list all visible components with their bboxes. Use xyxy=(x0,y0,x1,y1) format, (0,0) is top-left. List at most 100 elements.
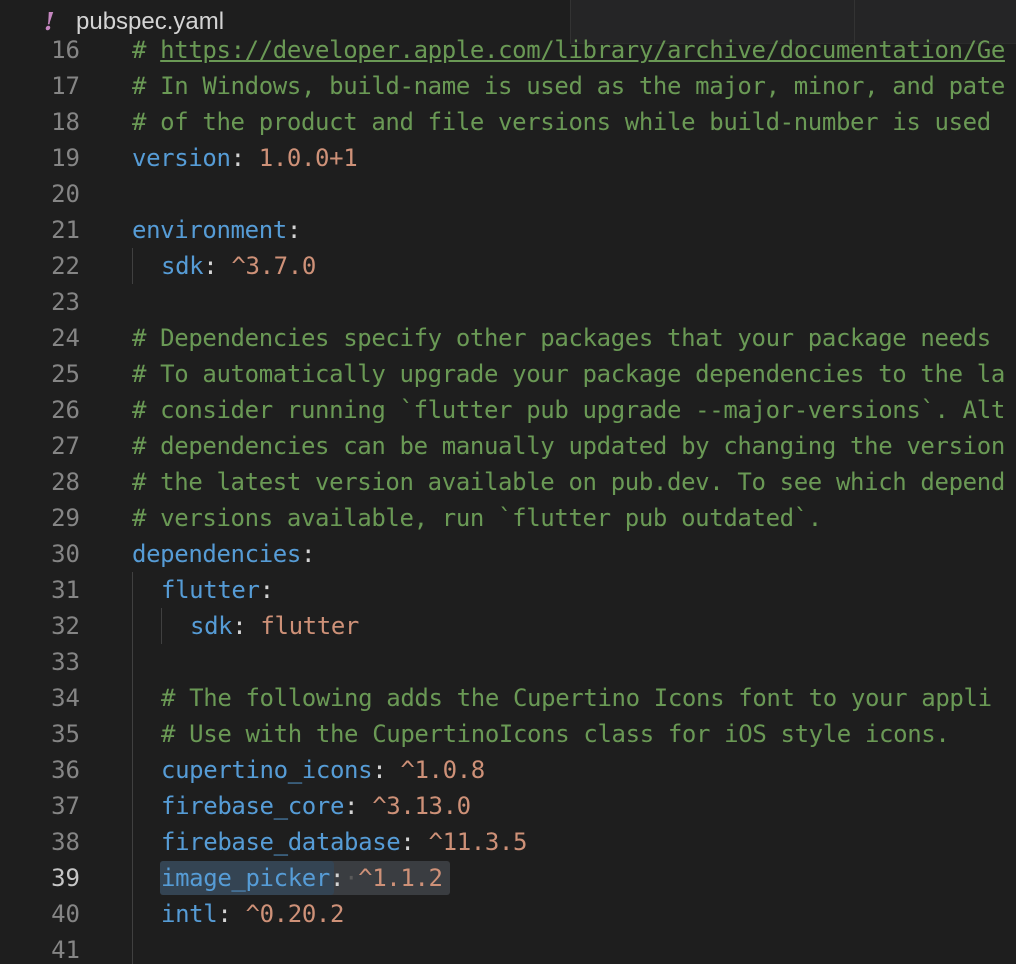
line-number[interactable]: 30 xyxy=(0,536,80,572)
code-line[interactable]: 20 xyxy=(0,176,1016,212)
token-punc: : xyxy=(232,612,261,640)
code-line[interactable]: 16 # https://developer.apple.com/library/… xyxy=(0,34,1016,68)
code-text: environment: xyxy=(132,212,301,248)
token-comment: # dependencies can be manually updated b… xyxy=(132,432,1005,460)
token-punc: : xyxy=(329,864,345,892)
code-text: # consider running `flutter pub upgrade … xyxy=(132,392,1005,428)
line-number[interactable]: 39 xyxy=(0,860,80,896)
line-number[interactable]: 19 xyxy=(0,140,80,176)
token-comment: # xyxy=(132,36,161,64)
code-line[interactable]: 38 firebase_database: ^11.3.5 xyxy=(0,824,1016,860)
line-number[interactable]: 38 xyxy=(0,824,80,860)
token-key: dependencies xyxy=(132,540,301,568)
code-line[interactable]: 40 intl: ^0.20.2 xyxy=(0,896,1016,932)
token-comment: # Use with the CupertinoIcons class for … xyxy=(161,720,950,748)
token-punc: : xyxy=(372,756,401,784)
code-line[interactable]: 23 xyxy=(0,284,1016,320)
token-comment: # the latest version available on pub.de… xyxy=(132,468,1005,496)
code-line[interactable]: 33 xyxy=(0,644,1016,680)
token-key: version xyxy=(132,144,231,172)
line-number[interactable]: 35 xyxy=(0,716,80,752)
code-line[interactable]: 32 sdk: flutter xyxy=(0,608,1016,644)
token-key: sdk xyxy=(190,612,233,640)
editor-window: ! pubspec.yaml 16 # https://developer.app… xyxy=(0,0,1016,964)
line-number[interactable]: 34 xyxy=(0,680,80,716)
line-number[interactable]: 23 xyxy=(0,284,80,320)
token-comment: # consider running `flutter pub upgrade … xyxy=(132,396,1005,424)
line-number[interactable]: 27 xyxy=(0,428,80,464)
code-text: # of the product and file versions while… xyxy=(132,104,991,140)
line-number[interactable]: 18 xyxy=(0,104,80,140)
line-number[interactable]: 33 xyxy=(0,644,80,680)
code-line[interactable]: 24 # Dependencies specify other packages … xyxy=(0,320,1016,356)
code-line[interactable]: 31 flutter: xyxy=(0,572,1016,608)
code-line[interactable]: 39 image_picker:·^1.1.2 xyxy=(0,860,1016,896)
token-comment: # In Windows, build-name is used as the … xyxy=(132,72,1005,100)
code-text: dependencies: xyxy=(132,536,315,572)
token-ws-dot: · xyxy=(344,864,359,892)
code-line[interactable]: 34 # The following adds the Cupertino Ico… xyxy=(0,680,1016,716)
code-line[interactable]: 28 # the latest version available on pub.… xyxy=(0,464,1016,500)
code-line[interactable]: 36 cupertino_icons: ^1.0.8 xyxy=(0,752,1016,788)
line-number[interactable]: 20 xyxy=(0,176,80,212)
token-val: ^3.7.0 xyxy=(231,252,316,280)
token-key: flutter xyxy=(161,576,260,604)
code-line[interactable]: 21 environment: xyxy=(0,212,1016,248)
token-val: ^1.1.2 xyxy=(358,864,443,892)
code-line[interactable]: 22 sdk: ^3.7.0 xyxy=(0,248,1016,284)
code-text: version: 1.0.0+1 xyxy=(132,140,358,176)
line-number[interactable]: 17 xyxy=(0,68,80,104)
line-number[interactable]: 21 xyxy=(0,212,80,248)
line-number[interactable]: 16 xyxy=(0,34,80,68)
token-key: image_picker xyxy=(161,864,330,892)
token-val: 1.0.0+1 xyxy=(258,144,358,172)
code-line[interactable]: 19 version: 1.0.0+1 xyxy=(0,140,1016,176)
line-number[interactable]: 32 xyxy=(0,608,80,644)
line-number[interactable]: 36 xyxy=(0,752,80,788)
line-number[interactable]: 26 xyxy=(0,392,80,428)
token-val: flutter xyxy=(260,612,359,640)
code-line[interactable]: 35 # Use with the CupertinoIcons class fo… xyxy=(0,716,1016,752)
code-line[interactable]: 18 # of the product and file versions whi… xyxy=(0,104,1016,140)
token-val: ^3.13.0 xyxy=(372,792,471,820)
code-text: intl: ^0.20.2 xyxy=(161,896,344,932)
token-val: ^1.0.8 xyxy=(400,756,485,784)
code-text: sdk: flutter xyxy=(190,608,359,644)
code-text: # Dependencies specify other packages th… xyxy=(132,320,991,356)
code-line[interactable]: 29 # versions available, run `flutter pub… xyxy=(0,500,1016,536)
line-number[interactable]: 41 xyxy=(0,932,80,964)
line-number[interactable]: 40 xyxy=(0,896,80,932)
line-number[interactable]: 29 xyxy=(0,500,80,536)
token-punc: : xyxy=(300,540,316,568)
token-key: firebase_database xyxy=(161,828,401,856)
code-line[interactable]: 27 # dependencies can be manually updated… xyxy=(0,428,1016,464)
code-editor[interactable]: 16 # https://developer.apple.com/library/… xyxy=(0,34,1016,964)
line-number[interactable]: 24 xyxy=(0,320,80,356)
code-text: # To automatically upgrade your package … xyxy=(132,356,1005,392)
code-text: # In Windows, build-name is used as the … xyxy=(132,68,1005,104)
code-text: firebase_core: ^3.13.0 xyxy=(161,788,471,824)
code-line[interactable]: 30 dependencies: xyxy=(0,536,1016,572)
token-key: sdk xyxy=(161,252,204,280)
token-punc: : xyxy=(400,828,429,856)
line-number[interactable]: 22 xyxy=(0,248,80,284)
line-number[interactable]: 37 xyxy=(0,788,80,824)
code-text: image_picker:·^1.1.2 xyxy=(161,860,443,896)
line-number[interactable]: 25 xyxy=(0,356,80,392)
code-line[interactable]: 26 # consider running `flutter pub upgrad… xyxy=(0,392,1016,428)
token-comment: # versions available, run `flutter pub o… xyxy=(132,504,822,532)
line-number[interactable]: 31 xyxy=(0,572,80,608)
code-line[interactable]: 41 xyxy=(0,932,1016,964)
code-line[interactable]: 25 # To automatically upgrade your packag… xyxy=(0,356,1016,392)
line-number[interactable]: 28 xyxy=(0,464,80,500)
token-punc: : xyxy=(259,576,274,604)
token-link[interactable]: https://developer.apple.com/library/arch… xyxy=(160,36,1005,64)
token-key: firebase_core xyxy=(161,792,345,820)
code-line[interactable]: 17 # In Windows, build-name is used as th… xyxy=(0,68,1016,104)
token-comment: # The following adds the Cupertino Icons… xyxy=(161,684,992,712)
token-key: intl xyxy=(161,900,218,928)
code-text: firebase_database: ^11.3.5 xyxy=(161,824,527,860)
token-punc: : xyxy=(203,252,232,280)
code-line[interactable]: 37 firebase_core: ^3.13.0 xyxy=(0,788,1016,824)
token-punc: : xyxy=(230,144,259,172)
